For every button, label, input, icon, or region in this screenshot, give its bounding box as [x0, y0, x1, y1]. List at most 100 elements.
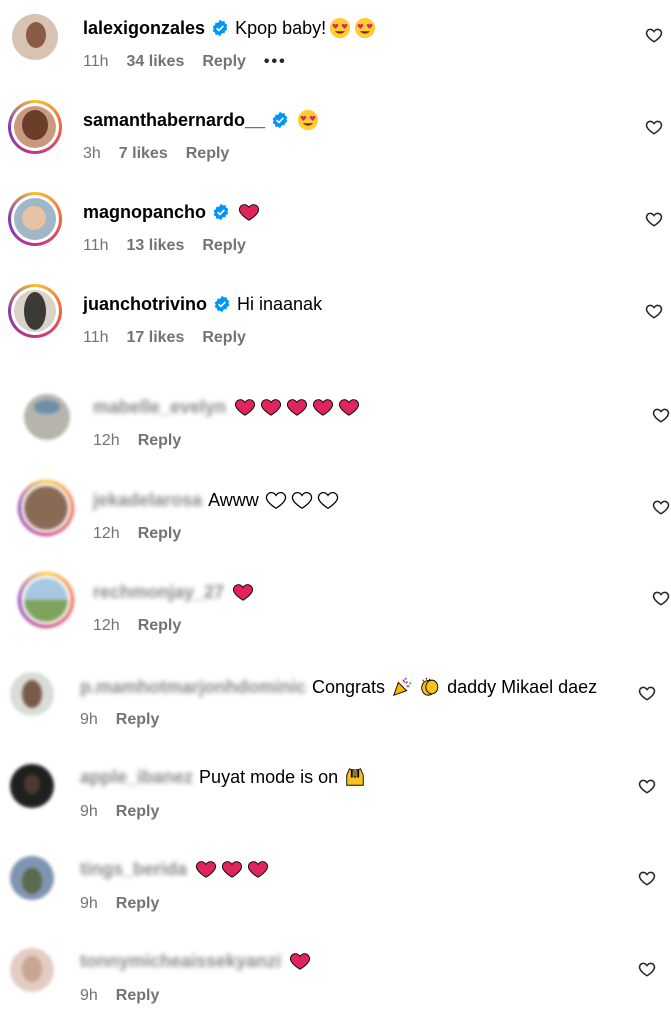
heart-eyes-emoji-icon: [330, 17, 351, 39]
like-heart-icon[interactable]: [652, 589, 670, 607]
avatar[interactable]: [10, 672, 54, 716]
like-heart-icon[interactable]: [645, 302, 663, 320]
avatar[interactable]: [10, 948, 54, 992]
comment-item: rechmonjay_27 12h Reply: [0, 564, 671, 656]
like-heart-icon[interactable]: [645, 210, 663, 228]
verified-badge-icon: [212, 19, 228, 37]
reply-button[interactable]: Reply: [138, 525, 182, 543]
verified-badge-icon: [213, 203, 229, 221]
raising-hands-emoji-icon: [346, 768, 364, 786]
comment-item: lalexigonzales Kpop baby! 11h 34 likes R…: [0, 0, 671, 90]
red-heart-emoji-icon: [233, 584, 254, 601]
white-heart-emoji-icon: [317, 492, 338, 509]
red-heart-emoji-icon: [239, 204, 259, 221]
like-heart-icon[interactable]: [638, 684, 656, 702]
comment-text: Hi inaanak: [237, 294, 323, 314]
red-heart-emoji-icon: [196, 861, 216, 878]
username[interactable]: apple_ibanez: [80, 766, 193, 788]
avatar[interactable]: [24, 394, 70, 440]
username[interactable]: rechmonjay_27: [93, 581, 224, 603]
verified-badge-icon: [214, 295, 230, 313]
comment-item: tings_berida 9h Reply: [0, 844, 671, 936]
reply-button[interactable]: Reply: [138, 432, 182, 450]
avatar[interactable]: [10, 856, 54, 900]
comment-time: 9h: [80, 803, 98, 820]
username[interactable]: juanchotrivino: [83, 293, 207, 315]
like-heart-icon[interactable]: [652, 498, 670, 516]
comment-time: 11h: [83, 237, 109, 254]
username[interactable]: lalexigonzales: [83, 17, 205, 39]
comment-time: 11h: [83, 53, 109, 70]
comment-item: apple_ibanez Puyat mode is on 9h Reply: [0, 752, 671, 844]
avatar[interactable]: [12, 14, 58, 60]
like-heart-icon[interactable]: [638, 869, 656, 887]
like-heart-icon[interactable]: [638, 777, 656, 795]
comment-text: Puyat mode is on: [199, 767, 339, 787]
reply-button[interactable]: Reply: [186, 145, 230, 163]
likes-count[interactable]: 17 likes: [127, 329, 185, 347]
avatar[interactable]: [8, 192, 62, 246]
comment-time: 9h: [80, 895, 98, 912]
reply-button[interactable]: Reply: [202, 329, 246, 347]
comment-item: magnopancho 11h 13 likes Reply: [0, 184, 671, 276]
reply-button[interactable]: Reply: [116, 803, 160, 821]
likes-count[interactable]: 7 likes: [119, 145, 168, 163]
comment-item: samanthabernardo__ 3h 7 likes Reply: [0, 92, 671, 184]
comment-text: Congrats: [312, 677, 386, 697]
comment-item: tonnymicheaissekyanzi 9h Reply: [0, 936, 671, 1024]
red-heart-emoji-icon: [248, 861, 268, 878]
likes-count[interactable]: 34 likes: [127, 53, 185, 71]
red-heart-emoji-icon: [235, 399, 256, 416]
verified-badge-icon: [272, 111, 288, 129]
avatar[interactable]: [18, 572, 74, 628]
comment-item: juanchotrivino Hi inaanak 11h 17 likes R…: [0, 276, 671, 368]
reply-button[interactable]: Reply: [116, 895, 160, 913]
heart-eyes-emoji-icon: [297, 109, 319, 131]
red-heart-emoji-icon: [261, 399, 282, 416]
comment-time: 3h: [83, 145, 101, 162]
reply-button[interactable]: Reply: [116, 711, 160, 729]
avatar[interactable]: [8, 284, 62, 338]
avatar[interactable]: [10, 764, 54, 808]
reply-button[interactable]: Reply: [202, 237, 246, 255]
red-heart-emoji-icon: [287, 399, 308, 416]
reply-button[interactable]: Reply: [202, 53, 246, 71]
like-heart-icon[interactable]: [645, 118, 663, 136]
avatar[interactable]: [18, 480, 74, 536]
white-heart-emoji-icon: [291, 492, 312, 509]
username[interactable]: p.mamhotmarjonhdominic: [80, 676, 306, 698]
likes-count[interactable]: 13 likes: [127, 237, 185, 255]
comment-time: 9h: [80, 987, 98, 1004]
username[interactable]: tonnymicheaissekyanzi: [80, 950, 281, 972]
comment-time: 12h: [93, 617, 120, 634]
avatar[interactable]: [8, 100, 62, 154]
comment-time: 9h: [80, 711, 98, 728]
like-heart-icon[interactable]: [645, 26, 663, 44]
party-popper-emoji-icon: [393, 677, 412, 697]
username[interactable]: mabelle_evelyn: [93, 396, 226, 418]
red-heart-emoji-icon: [222, 861, 242, 878]
comment-text: Awww: [208, 490, 259, 510]
clapping-hands-emoji-icon: [421, 677, 439, 696]
comment-time: 11h: [83, 329, 109, 346]
comment-item: jekadelarosa Awww 12h Reply: [0, 472, 671, 564]
reply-button[interactable]: Reply: [138, 617, 182, 635]
username[interactable]: samanthabernardo__: [83, 109, 265, 131]
red-heart-emoji-icon: [339, 399, 360, 416]
comment-text: Kpop baby!: [235, 18, 327, 38]
reply-button[interactable]: Reply: [116, 987, 160, 1005]
white-heart-emoji-icon: [265, 492, 286, 509]
comment-time: 12h: [93, 432, 120, 449]
comment-item: p.mamhotmarjonhdominic Congrats daddy Mi…: [0, 660, 671, 752]
more-options-button[interactable]: •••: [264, 53, 287, 71]
like-heart-icon[interactable]: [652, 406, 670, 424]
red-heart-emoji-icon: [313, 399, 334, 416]
comment-text-continued: daddy Mikael daez: [447, 677, 598, 697]
username[interactable]: jekadelarosa: [93, 489, 202, 511]
heart-eyes-emoji-icon: [355, 17, 376, 39]
comment-item: mabelle_evelyn 12h Reply: [0, 380, 671, 472]
comment-time: 12h: [93, 525, 120, 542]
like-heart-icon[interactable]: [638, 960, 656, 978]
username[interactable]: tings_berida: [80, 858, 187, 880]
username[interactable]: magnopancho: [83, 201, 206, 223]
